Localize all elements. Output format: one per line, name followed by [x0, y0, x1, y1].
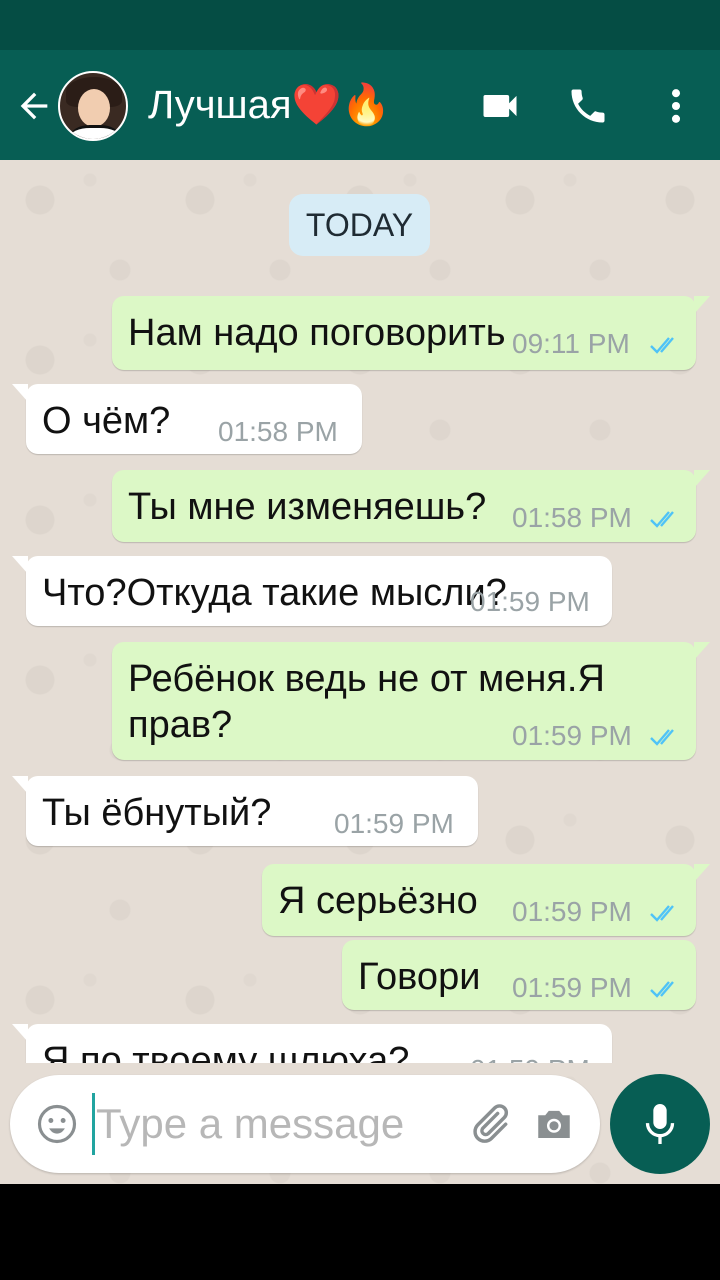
attach-icon[interactable]: [466, 1101, 512, 1147]
message-time: 09:11 PM: [512, 328, 630, 359]
chat-header: Лучшая❤️🔥: [0, 50, 720, 160]
message-bubble-outgoing[interactable]: Нам надо поговорить 09:11 PM: [112, 296, 710, 370]
mic-button[interactable]: [610, 1074, 710, 1174]
chat-area[interactable]: TODAY Нам надо поговорить 09:11 PM О чём…: [0, 160, 720, 1063]
read-ticks-icon: [650, 511, 674, 528]
message-time: 01:59 PM: [512, 720, 632, 751]
message-text: О чём?: [42, 400, 171, 442]
more-vert-icon[interactable]: [654, 84, 698, 128]
message-bubble-incoming[interactable]: Что?Откуда такие мысли? 01:59 PM: [12, 556, 612, 626]
message-bubble-incoming[interactable]: Я по твоему шлюха? 01:59 PM: [12, 1024, 612, 1063]
camera-icon[interactable]: [532, 1103, 576, 1145]
message-time: 01:59 PM: [470, 1054, 590, 1063]
read-ticks-icon: [650, 337, 674, 354]
message-bubble-outgoing[interactable]: Говори 01:59 PM: [342, 940, 696, 1010]
message-text: Я по твоему шлюха?: [42, 1040, 410, 1063]
message-time: 01:59 PM: [470, 586, 590, 617]
message-text: Ты мне изменяешь?: [128, 486, 487, 528]
message-input-box[interactable]: [10, 1075, 600, 1173]
message-bubble-outgoing[interactable]: Ребёнок ведь не от меня.Я прав? 01:59 PM: [112, 642, 710, 760]
message-time: 01:59 PM: [512, 896, 632, 927]
message-time: 01:58 PM: [512, 502, 632, 533]
phone-icon[interactable]: [566, 84, 610, 128]
message-time: 01:59 PM: [334, 808, 454, 839]
message-text: Нам надо поговорить: [128, 312, 506, 354]
read-ticks-icon: [650, 729, 674, 746]
message-time: 01:58 PM: [218, 416, 338, 447]
date-chip: TODAY: [289, 194, 430, 256]
video-call-icon[interactable]: [478, 84, 522, 128]
back-arrow-icon[interactable]: [14, 86, 54, 126]
message-bubble-outgoing[interactable]: Я серьёзно 01:59 PM: [262, 864, 710, 936]
message-bubble-outgoing[interactable]: Ты мне изменяешь? 01:58 PM: [112, 470, 710, 542]
message-input[interactable]: [96, 1093, 456, 1155]
message-text: Я серьёзно: [278, 880, 478, 922]
message-time: 01:59 PM: [512, 972, 632, 1003]
read-ticks-icon: [650, 981, 674, 998]
message-text: Говори: [358, 956, 481, 998]
message-text: Ты ёбнутый?: [42, 792, 272, 834]
mic-icon: [645, 1104, 675, 1144]
text-caret: [92, 1093, 95, 1155]
message-text: Что?Откуда такие мысли?: [42, 572, 507, 614]
message-bubble-incoming[interactable]: О чём? 01:58 PM: [12, 384, 362, 454]
read-ticks-icon: [650, 905, 674, 922]
system-navigation-bar: [0, 1184, 720, 1280]
emoji-icon[interactable]: [36, 1103, 78, 1145]
status-bar: [0, 0, 720, 50]
message-bubble-incoming[interactable]: Ты ёбнутый? 01:59 PM: [12, 776, 478, 846]
avatar[interactable]: [58, 71, 128, 141]
contact-name[interactable]: Лучшая❤️🔥: [148, 80, 391, 130]
